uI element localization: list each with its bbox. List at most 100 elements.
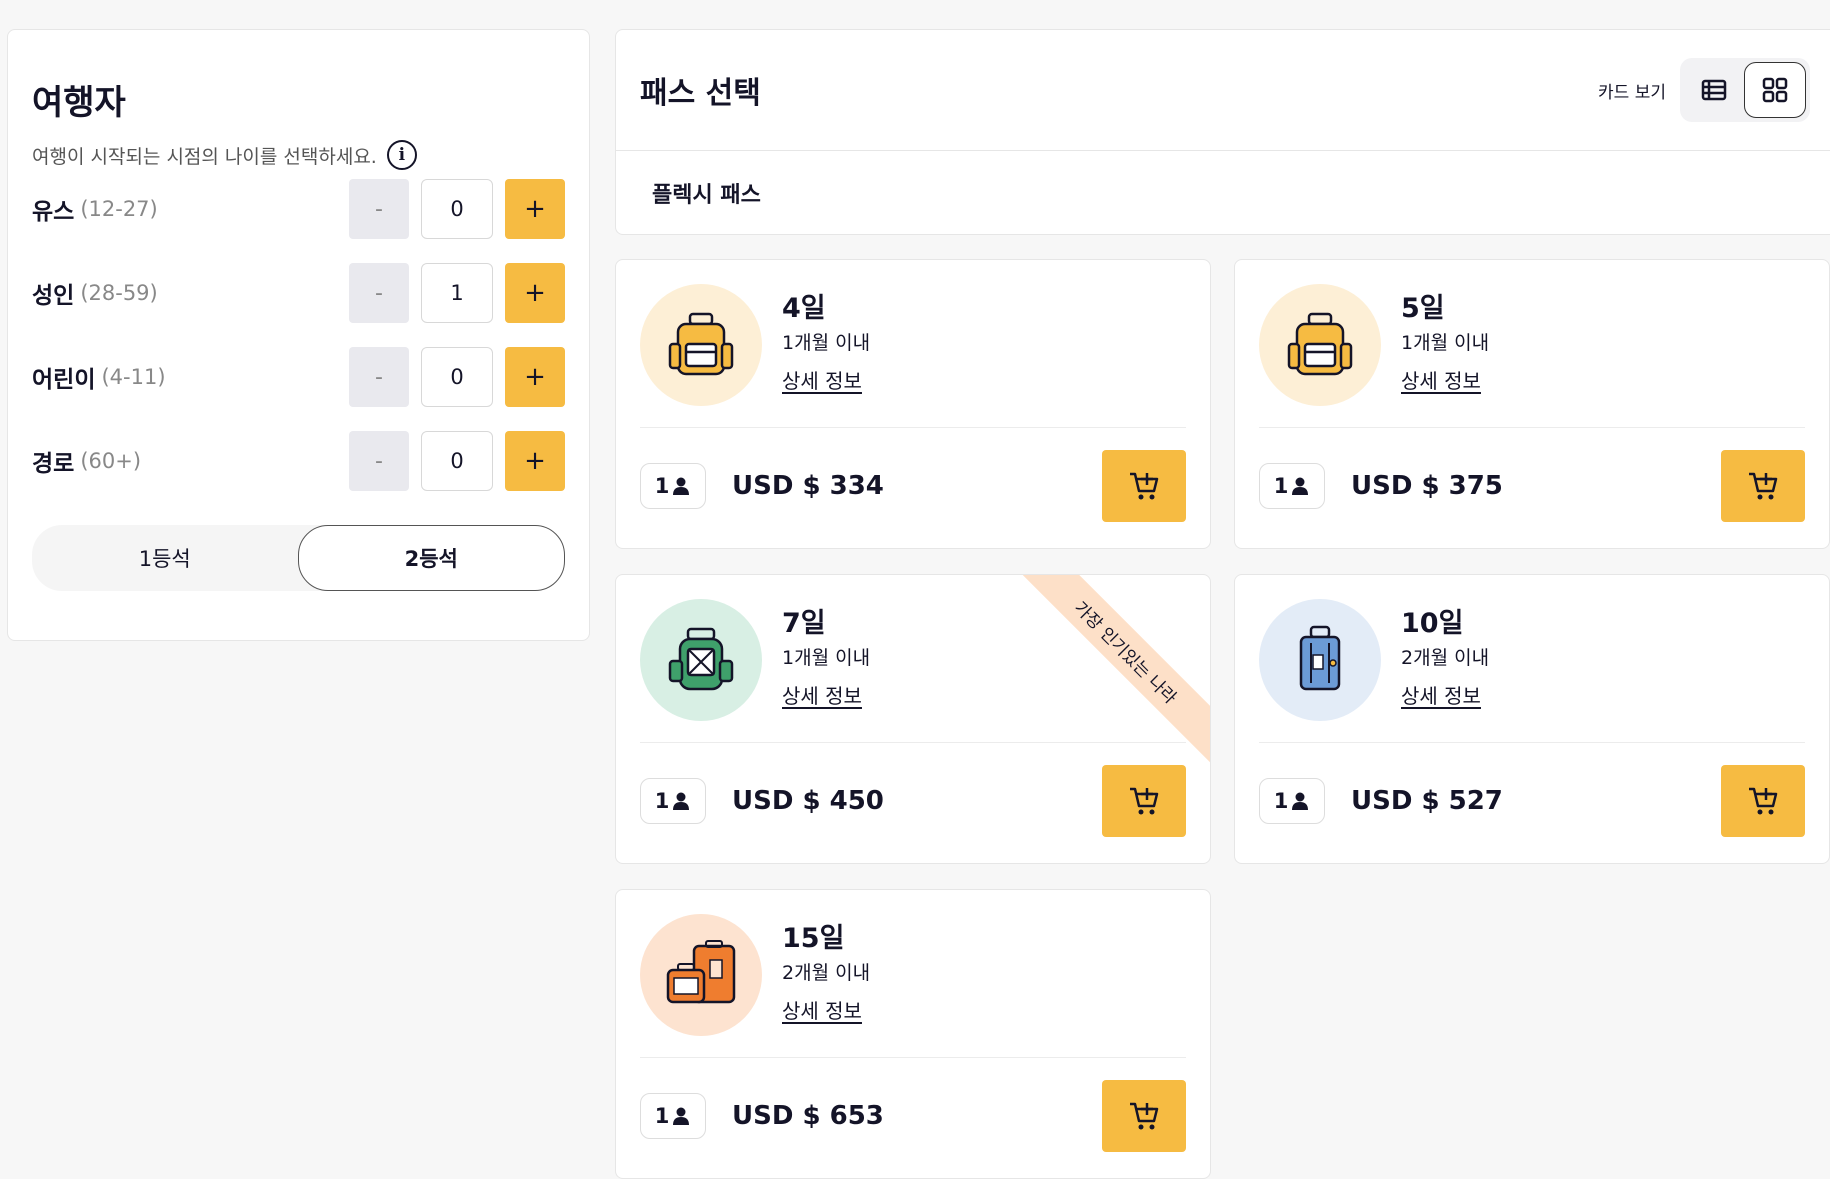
age-range: (12-27) xyxy=(80,197,158,221)
decrease-button[interactable]: - xyxy=(349,347,409,407)
age-label: 성인 xyxy=(32,283,75,309)
cart-icon xyxy=(1130,1102,1159,1130)
card-info: 7일 1개월 이내 상세 정보 xyxy=(782,599,870,742)
add-to-cart-button[interactable] xyxy=(1721,450,1805,522)
add-to-cart-button[interactable] xyxy=(1102,450,1186,522)
price: USD $ 653 xyxy=(732,1101,884,1131)
card-bottom: 1 USD $ 450 xyxy=(640,765,1186,837)
passenger-badge: 1 xyxy=(640,1093,706,1139)
pass-card: 5일 1개월 이내 상세 정보 1 USD $ 375 xyxy=(1234,259,1830,549)
pass-days: 4일 xyxy=(782,293,826,324)
details-link[interactable]: 상세 정보 xyxy=(1401,680,1481,709)
increase-button[interactable]: + xyxy=(505,431,565,491)
card-bottom: 1 USD $ 334 xyxy=(640,450,1186,522)
age-range: (4-11) xyxy=(101,365,166,389)
quantity-field[interactable]: 0 xyxy=(421,179,493,239)
card-top: 4일 1개월 이내 상세 정보 xyxy=(640,284,1186,428)
passenger-badge: 1 xyxy=(640,778,706,824)
add-to-cart-button[interactable] xyxy=(1721,765,1805,837)
price: USD $ 527 xyxy=(1351,786,1503,816)
passenger-count: 1 xyxy=(654,474,670,498)
card-top: 7일 1개월 이내 상세 정보 xyxy=(640,599,1186,743)
details-link[interactable]: 상세 정보 xyxy=(1401,365,1481,394)
age-label: 어린이 xyxy=(32,367,96,393)
pass-card: 10일 2개월 이내 상세 정보 1 USD $ 527 xyxy=(1234,574,1830,864)
pass-days: 5일 xyxy=(1401,293,1445,324)
pass-header: 패스 선택 카드 보기 xyxy=(616,30,1830,151)
passenger-badge: 1 xyxy=(1259,778,1325,824)
card-info: 10일 2개월 이내 상세 정보 xyxy=(1401,599,1489,742)
passenger-badge: 1 xyxy=(640,463,706,509)
passenger-count: 1 xyxy=(1273,789,1289,813)
traveler-subtitle: 여행이 시작되는 시점의 나이를 선택하세요. i xyxy=(32,140,565,170)
price: USD $ 334 xyxy=(732,471,884,501)
pass-validity: 2개월 이내 xyxy=(1401,646,1490,669)
age-label: 유스 xyxy=(32,199,75,225)
luggage-icon xyxy=(640,914,762,1036)
passenger-count: 1 xyxy=(654,789,670,813)
decrease-button[interactable]: - xyxy=(349,263,409,323)
pass-validity: 1개월 이내 xyxy=(782,646,871,669)
first-class-option[interactable]: 1등석 xyxy=(32,525,298,591)
pass-card: 4일 1개월 이내 상세 정보 1 USD $ 334 xyxy=(615,259,1211,549)
list-view-button[interactable] xyxy=(1684,62,1744,118)
age-row-senior: 경로 (60+) - 0 + xyxy=(32,431,565,491)
quantity-field[interactable]: 0 xyxy=(421,431,493,491)
view-mode-label: 카드 보기 xyxy=(1598,82,1666,103)
quantity-field[interactable]: 1 xyxy=(421,263,493,323)
cart-icon xyxy=(1749,787,1778,815)
passenger-count: 1 xyxy=(654,1104,670,1128)
increase-button[interactable]: + xyxy=(505,179,565,239)
card-top: 10일 2개월 이내 상세 정보 xyxy=(1259,599,1805,743)
pass-card: 가장 인기있는 나라 7일 1개월 이내 상세 정보 1 USD $ 450 xyxy=(615,574,1211,864)
card-top: 15일 2개월 이내 상세 정보 xyxy=(640,914,1186,1058)
decrease-button[interactable]: - xyxy=(349,179,409,239)
cart-icon xyxy=(1130,472,1159,500)
backpack-icon xyxy=(640,284,762,406)
page-title: 패스 선택 xyxy=(640,76,761,111)
traveler-title: 여행자 xyxy=(32,83,126,123)
view-switch xyxy=(1680,58,1810,122)
increase-button[interactable]: + xyxy=(505,263,565,323)
pass-validity: 2개월 이내 xyxy=(782,961,871,984)
passenger-count: 1 xyxy=(1273,474,1289,498)
quantity-stepper: - 1 + xyxy=(349,263,565,323)
card-top: 5일 1개월 이내 상세 정보 xyxy=(1259,284,1805,428)
traveler-subtitle-text: 여행이 시작되는 시점의 나이를 선택하세요. xyxy=(32,145,377,168)
price: USD $ 375 xyxy=(1351,471,1503,501)
details-link[interactable]: 상세 정보 xyxy=(782,995,862,1024)
card-info: 15일 2개월 이내 상세 정보 xyxy=(782,914,870,1057)
details-link[interactable]: 상세 정보 xyxy=(782,680,862,709)
age-row-child: 어린이 (4-11) - 0 + xyxy=(32,347,565,407)
backpack-icon xyxy=(1259,284,1381,406)
second-class-option[interactable]: 2등석 xyxy=(297,525,565,591)
details-link[interactable]: 상세 정보 xyxy=(782,365,862,394)
increase-button[interactable]: + xyxy=(505,347,565,407)
suitcase-icon xyxy=(1259,599,1381,721)
decrease-button[interactable]: - xyxy=(349,431,409,491)
traveler-panel: 여행자 여행이 시작되는 시점의 나이를 선택하세요. i 유스 (12-27)… xyxy=(7,29,590,641)
person-icon xyxy=(673,477,690,495)
grid-view-button[interactable] xyxy=(1744,62,1806,118)
cart-icon xyxy=(1130,787,1159,815)
tab-flexi-pass[interactable]: 플렉시 패스 xyxy=(616,151,1830,235)
class-toggle: 1등석 2등석 xyxy=(32,525,565,591)
person-icon xyxy=(1292,477,1309,495)
card-bottom: 1 USD $ 653 xyxy=(640,1080,1186,1152)
green-backpack-icon xyxy=(640,599,762,721)
card-info: 5일 1개월 이내 상세 정보 xyxy=(1401,284,1489,427)
age-label: 경로 xyxy=(32,451,75,477)
info-icon[interactable]: i xyxy=(386,140,417,170)
age-range: (60+) xyxy=(80,449,142,473)
cart-icon xyxy=(1749,472,1778,500)
pass-card: 15일 2개월 이내 상세 정보 1 USD $ 653 xyxy=(615,889,1211,1179)
list-icon xyxy=(1701,79,1727,101)
age-row-youth: 유스 (12-27) - 0 + xyxy=(32,179,565,239)
price: USD $ 450 xyxy=(732,786,884,816)
quantity-field[interactable]: 0 xyxy=(421,347,493,407)
pass-days: 15일 xyxy=(782,923,845,954)
add-to-cart-button[interactable] xyxy=(1102,765,1186,837)
pass-days: 7일 xyxy=(782,608,826,639)
person-icon xyxy=(673,1107,690,1125)
add-to-cart-button[interactable] xyxy=(1102,1080,1186,1152)
